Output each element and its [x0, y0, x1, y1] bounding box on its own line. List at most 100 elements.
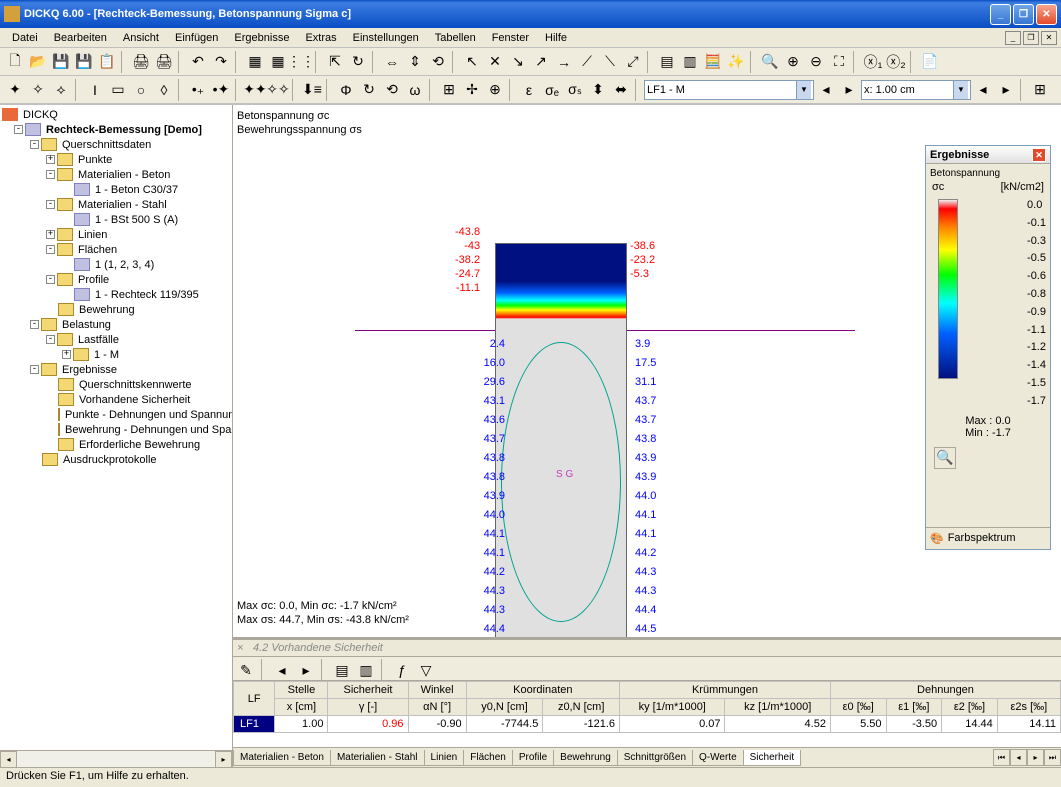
menu-extras[interactable]: Extras — [297, 30, 344, 46]
project-tree[interactable]: DICKQ - Rechteck-Bemessung [Demo] - Quersc… — [0, 105, 232, 750]
col-winkel[interactable]: Winkel — [408, 682, 466, 699]
undo-icon[interactable]: ↶ — [187, 51, 209, 73]
moment-icon[interactable]: ↻ — [358, 79, 380, 101]
cell-e1[interactable]: -3.50 — [886, 716, 942, 733]
expand-icon[interactable]: + — [62, 350, 71, 359]
new-icon[interactable]: 🗋 — [4, 51, 26, 73]
col-sicherheit[interactable]: Sicherheit — [328, 682, 408, 699]
tab-mat-stahl[interactable]: Materialien - Stahl — [330, 750, 425, 766]
rebar2-icon[interactable]: •✦ — [210, 79, 232, 101]
tree-flaechen[interactable]: Flächen — [76, 244, 119, 256]
tree-qsdaten[interactable]: Querschnittsdaten — [60, 139, 153, 151]
tab-mat-beton[interactable]: Materialien - Beton — [233, 750, 331, 766]
tree-project[interactable]: Rechteck-Bemessung [Demo] — [44, 124, 204, 136]
line-4[interactable]: ↗ — [530, 51, 552, 73]
tab-prev-icon[interactable]: ◂ — [1010, 749, 1027, 766]
rect-icon[interactable]: ▭ — [107, 79, 129, 101]
tree-ergebnisse[interactable]: Ergebnisse — [60, 364, 119, 376]
tree-mat-stahl[interactable]: Materialien - Stahl — [76, 199, 169, 211]
m2-icon[interactable]: ⟲ — [381, 79, 403, 101]
tree-bewehrung[interactable]: Bewehrung — [77, 304, 137, 316]
tab-bewehrung[interactable]: Bewehrung — [553, 750, 618, 766]
stress2-icon[interactable]: ⬌ — [610, 79, 632, 101]
zoom-fit-icon[interactable]: 🔍 — [759, 51, 781, 73]
ibeam-icon[interactable]: I — [84, 79, 106, 101]
tree-bst500[interactable]: 1 - BSt 500 S (A) — [93, 214, 180, 226]
col-kz[interactable]: kz [1/m*1000] — [725, 699, 830, 716]
tree-root[interactable]: DICKQ — [21, 109, 60, 121]
x1-icon[interactable]: ⓧ₁ — [862, 51, 884, 73]
expand-icon[interactable]: + — [46, 230, 55, 239]
calc-icon[interactable]: 🧮 — [702, 51, 724, 73]
line-6[interactable]: ⟋ — [576, 51, 598, 73]
panel-close-icon[interactable]: × — [237, 642, 249, 654]
tool-4[interactable]: ⇕ — [404, 51, 426, 73]
prev-icon[interactable]: ◂ — [815, 79, 837, 101]
col-alpha[interactable]: αN [°] — [408, 699, 466, 716]
loadcase-combo[interactable]: LF1 - M ▼ — [644, 80, 814, 100]
maximize-button[interactable]: ❐ — [1013, 4, 1034, 25]
tab-linien[interactable]: Linien — [424, 750, 465, 766]
filter-icon[interactable]: ▽ — [415, 659, 437, 681]
tool-5[interactable]: ⟲ — [427, 51, 449, 73]
snap-icon[interactable]: ⋮⋮ — [290, 51, 312, 73]
tree-punkte[interactable]: Punkte — [76, 154, 114, 166]
tab-next-icon[interactable]: ▸ — [1027, 749, 1044, 766]
zoom-out-icon[interactable]: ⊖ — [805, 51, 827, 73]
insert-icon[interactable]: ▤ — [331, 659, 353, 681]
col-ky[interactable]: ky [1/m*1000] — [620, 699, 725, 716]
col-y0[interactable]: y0,N [cm] — [466, 699, 543, 716]
expand-icon[interactable]: - — [46, 170, 55, 179]
save-icon-2[interactable]: 💾 — [73, 51, 95, 73]
tree-beton-c30[interactable]: 1 - Beton C30/37 — [93, 184, 180, 196]
stars-icon[interactable]: ✦✦ — [244, 79, 266, 101]
scroll-right-icon[interactable]: ▸ — [215, 751, 232, 768]
omega-icon[interactable]: ω — [404, 79, 426, 101]
menu-tabellen[interactable]: Tabellen — [427, 30, 484, 46]
x2-icon[interactable]: ⓧ₂ — [885, 51, 907, 73]
line-2[interactable]: ✕ — [484, 51, 506, 73]
col-dehn[interactable]: Dehnungen — [830, 682, 1060, 699]
menu-einstellungen[interactable]: Einstellungen — [345, 30, 427, 46]
print-preview-icon[interactable]: 🖨 — [153, 51, 175, 73]
print-icon[interactable]: 🖨 — [130, 51, 152, 73]
expand-icon[interactable]: - — [46, 275, 55, 284]
tree-bew-dehn[interactable]: Bewehrung - Dehnungen und Spannungen — [63, 424, 232, 436]
expand-icon[interactable]: - — [46, 200, 55, 209]
scale-combo[interactable]: x: 1.00 cm ▼ — [861, 80, 971, 100]
menu-fenster[interactable]: Fenster — [484, 30, 537, 46]
expand-icon[interactable]: - — [46, 335, 55, 344]
grid2-icon[interactable]: ▦ — [267, 51, 289, 73]
close-button[interactable]: ✕ — [1036, 4, 1057, 25]
zoom-window-icon[interactable]: ⛶ — [828, 51, 850, 73]
target-icon[interactable]: ⊕ — [484, 79, 506, 101]
table2-icon[interactable]: ▥ — [679, 51, 701, 73]
tab-last-icon[interactable]: ⏭ — [1044, 749, 1061, 766]
tab-schnitt[interactable]: Schnittgrößen — [617, 750, 693, 766]
line-3[interactable]: ↘ — [507, 51, 529, 73]
col-z0[interactable]: z0,N [cm] — [543, 699, 620, 716]
next2-icon[interactable]: ▸ — [995, 79, 1017, 101]
shape-icon[interactable]: ◊ — [153, 79, 175, 101]
tab-sicherheit[interactable]: Sicherheit — [743, 750, 801, 766]
star2-icon[interactable]: ✧ — [27, 79, 49, 101]
tree-sicherheit[interactable]: Vorhandene Sicherheit — [77, 394, 192, 406]
tree-lastfaelle[interactable]: Lastfälle — [76, 334, 121, 346]
dropdown-icon[interactable]: ▼ — [953, 81, 968, 99]
col-koord[interactable]: Koordinaten — [466, 682, 619, 699]
tree-linien[interactable]: Linien — [76, 229, 109, 241]
menu-hilfe[interactable]: Hilfe — [537, 30, 575, 46]
tree-ausdr[interactable]: Ausdruckprotokolle — [61, 454, 159, 466]
sigma2-icon[interactable]: σₛ — [564, 79, 586, 101]
result-close-button[interactable]: ✕ — [1032, 148, 1046, 162]
scroll-left-icon[interactable]: ◂ — [0, 751, 17, 768]
spectrum-label[interactable]: Farbspektrum — [948, 532, 1016, 544]
mdi-minimize[interactable]: _ — [1005, 31, 1021, 45]
cell-alpha[interactable]: -0.90 — [408, 716, 466, 733]
expand-icon[interactable]: - — [14, 125, 23, 134]
circle-icon[interactable]: ○ — [130, 79, 152, 101]
rebar-icon[interactable]: •₊ — [187, 79, 209, 101]
stars2-icon[interactable]: ✧✧ — [267, 79, 289, 101]
expand-icon[interactable]: + — [46, 155, 55, 164]
minimize-button[interactable]: _ — [990, 4, 1011, 25]
